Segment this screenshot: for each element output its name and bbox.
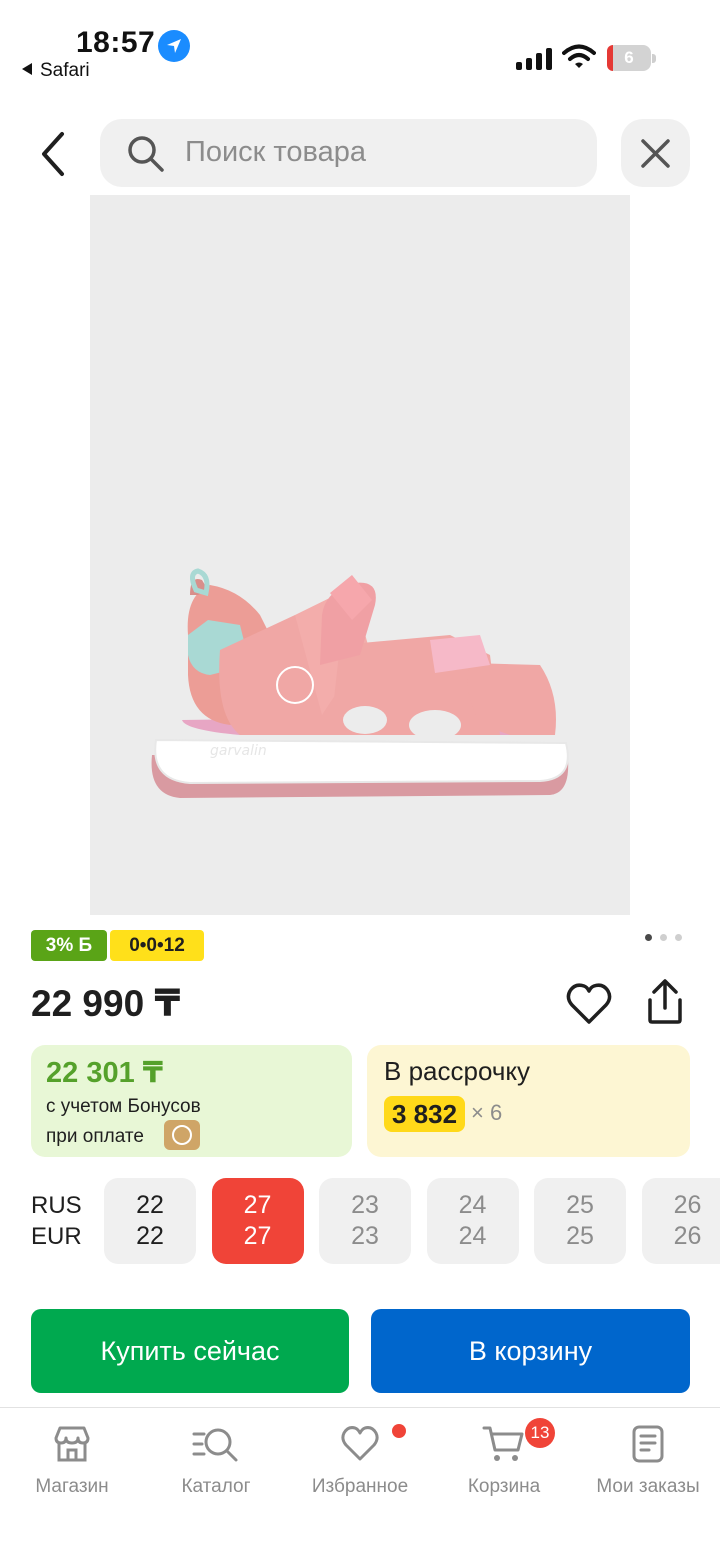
heart-icon bbox=[341, 1426, 379, 1461]
sandal-illustration: garvalin bbox=[151, 568, 569, 798]
battery-level: 6 bbox=[624, 48, 634, 67]
installment-label: В рассрочку bbox=[384, 1056, 531, 1086]
size-label-eur: EUR bbox=[31, 1223, 82, 1250]
tab-orders[interactable]: Мои заказы bbox=[576, 1424, 720, 1498]
back-to-app-label: Safari bbox=[40, 60, 90, 81]
back-button[interactable] bbox=[30, 128, 78, 180]
bottom-tab-bar: Магазин Каталог Избранное 13 Корзина Мои… bbox=[0, 1407, 720, 1565]
gallery-dot bbox=[660, 934, 667, 941]
size-eur-value: 23 bbox=[351, 1222, 379, 1250]
bonus-price-card[interactable]: 22 301 ₸ с учетом Бонусов при оплате bbox=[31, 1045, 352, 1157]
bonus-price-caption-1: с учетом Бонусов bbox=[46, 1096, 201, 1117]
svg-text:garvalin: garvalin bbox=[210, 743, 267, 759]
size-rus-value: 24 bbox=[458, 1191, 487, 1219]
size-eur-value: 27 bbox=[243, 1222, 272, 1250]
gallery-dot bbox=[675, 934, 682, 941]
search-input[interactable]: Поиск товара bbox=[100, 119, 597, 187]
back-triangle-icon bbox=[22, 63, 32, 75]
cart-count-badge: 13 bbox=[525, 1418, 555, 1448]
back-to-safari-link[interactable]: Safari bbox=[22, 60, 90, 82]
tab-orders-label: Мои заказы bbox=[596, 1476, 700, 1497]
gallery-dot bbox=[645, 934, 652, 941]
tab-shop-label: Магазин bbox=[35, 1476, 109, 1497]
bonus-price-amount: 22 301 ₸ bbox=[46, 1057, 163, 1089]
catalog-search-icon bbox=[192, 1428, 238, 1462]
product-price: 22 990 ₸ bbox=[31, 983, 181, 1024]
close-icon bbox=[641, 139, 670, 168]
share-button[interactable] bbox=[642, 978, 688, 1026]
tab-cart[interactable]: 13 Корзина bbox=[432, 1418, 576, 1498]
size-eur-value: 22 bbox=[136, 1222, 164, 1250]
tab-shop[interactable]: Магазин bbox=[0, 1424, 144, 1498]
size-option-23[interactable]: 23 23 bbox=[319, 1178, 411, 1264]
add-to-cart-button[interactable]: В корзину bbox=[371, 1309, 690, 1393]
tab-favorites-label: Избранное bbox=[311, 1476, 409, 1497]
favorites-notification-dot bbox=[392, 1424, 406, 1438]
size-label-rus: RUS bbox=[31, 1192, 82, 1219]
bonus-badge: 3% Б bbox=[31, 930, 107, 961]
status-bar: 18:57 Safari 6 bbox=[0, 0, 720, 100]
product-image[interactable]: garvalin bbox=[90, 195, 630, 915]
size-eur-value: 24 bbox=[458, 1222, 487, 1250]
favorite-button[interactable] bbox=[566, 982, 612, 1026]
size-system-labels: RUS EUR bbox=[31, 1190, 82, 1252]
installment-badge: 0•0•12 bbox=[110, 930, 204, 961]
battery-icon: 6 bbox=[607, 45, 651, 71]
size-eur-value: 26 bbox=[673, 1222, 702, 1250]
installment-months: × 6 bbox=[471, 1100, 503, 1125]
buy-now-button[interactable]: Купить сейчас bbox=[31, 1309, 349, 1393]
tab-catalog[interactable]: Каталог bbox=[144, 1424, 288, 1498]
size-rus-value: 25 bbox=[566, 1191, 594, 1219]
size-option-27[interactable]: 27 27 bbox=[211, 1178, 304, 1264]
installment-card[interactable]: В рассрочку 3 832 × 6 bbox=[367, 1045, 690, 1157]
size-option-25[interactable]: 25 25 bbox=[534, 1178, 626, 1264]
size-rus-value: 22 bbox=[136, 1191, 164, 1219]
payment-method-icon bbox=[164, 1120, 200, 1150]
size-rus-value: 23 bbox=[351, 1191, 379, 1219]
cart-icon bbox=[482, 1426, 524, 1461]
size-option-26[interactable]: 26 26 bbox=[641, 1178, 720, 1264]
status-time: 18:57 bbox=[76, 26, 156, 59]
size-rus-value: 27 bbox=[243, 1191, 272, 1219]
orders-icon bbox=[632, 1425, 664, 1463]
location-arrow-icon bbox=[158, 30, 190, 62]
tab-cart-label: Корзина bbox=[467, 1476, 541, 1497]
size-rus-value: 26 bbox=[673, 1191, 702, 1219]
chevron-left-icon bbox=[42, 132, 64, 176]
close-button[interactable] bbox=[621, 119, 690, 187]
share-icon bbox=[648, 979, 682, 1024]
installment-monthly-amount: 3 832 bbox=[384, 1096, 466, 1132]
size-option-22[interactable]: 22 22 bbox=[104, 1178, 196, 1264]
tab-favorites[interactable]: Избранное bbox=[288, 1424, 432, 1498]
gallery-page-indicator bbox=[645, 934, 685, 944]
size-option-24[interactable]: 24 24 bbox=[426, 1178, 519, 1264]
battery-nub bbox=[652, 54, 656, 63]
size-eur-value: 25 bbox=[566, 1222, 594, 1250]
bonus-price-caption-2: при оплате bbox=[46, 1126, 144, 1147]
wifi-icon bbox=[562, 44, 596, 68]
heart-icon bbox=[566, 983, 612, 1024]
tab-catalog-label: Каталог bbox=[181, 1476, 251, 1497]
search-icon bbox=[128, 136, 164, 172]
shop-icon bbox=[54, 1426, 90, 1462]
search-placeholder: Поиск товара bbox=[185, 136, 366, 168]
cellular-signal-icon bbox=[516, 48, 552, 70]
